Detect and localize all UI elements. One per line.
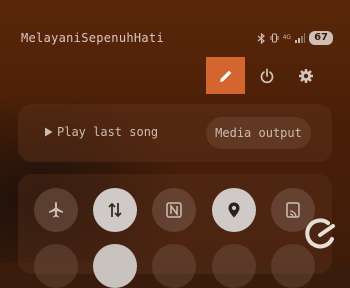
cast-icon bbox=[286, 202, 300, 218]
signal-icon bbox=[295, 33, 306, 43]
quick-tiles-panel bbox=[18, 174, 332, 288]
media-output-label: Media output bbox=[215, 126, 302, 140]
rotation-tile[interactable] bbox=[152, 244, 196, 288]
power-icon bbox=[260, 68, 274, 83]
logo-watermark bbox=[305, 218, 335, 249]
location-tile[interactable] bbox=[212, 188, 256, 232]
power-button[interactable] bbox=[255, 64, 279, 88]
edit-button[interactable] bbox=[206, 57, 245, 94]
nfc-tile[interactable] bbox=[152, 188, 196, 232]
screenshot-tile[interactable] bbox=[212, 244, 256, 288]
play-last-song-label: Play last song bbox=[57, 125, 159, 139]
carrier-name: MelayaniSepenuhHati bbox=[21, 31, 164, 45]
pencil-icon bbox=[219, 70, 231, 82]
media-output-button[interactable]: Media output bbox=[206, 117, 311, 149]
gear-icon bbox=[299, 68, 313, 83]
quick-settings-actions bbox=[206, 57, 318, 94]
airplane-mode-tile[interactable] bbox=[34, 188, 78, 232]
bluetooth-icon bbox=[257, 32, 265, 44]
battery-badge: 67 bbox=[309, 31, 333, 45]
status-bar: MelayaniSepenuhHati 4G 67 bbox=[21, 28, 333, 48]
flashlight-tile[interactable] bbox=[34, 244, 78, 288]
network-type: 4G bbox=[282, 34, 292, 41]
play-last-song-button[interactable]: Play last song bbox=[44, 125, 158, 139]
airplane-icon bbox=[49, 202, 63, 218]
hotspot-tile[interactable] bbox=[93, 244, 137, 288]
nfc-icon bbox=[166, 202, 182, 218]
vibrate-icon bbox=[270, 33, 279, 43]
play-icon bbox=[45, 127, 53, 137]
mobile-data-icon bbox=[108, 202, 122, 218]
system-icons: 4G 67 bbox=[257, 28, 333, 48]
location-icon bbox=[228, 202, 240, 218]
mobile-data-tile[interactable] bbox=[93, 188, 137, 232]
media-player-card: Play last song Media output bbox=[18, 104, 332, 162]
settings-button[interactable] bbox=[294, 64, 318, 88]
